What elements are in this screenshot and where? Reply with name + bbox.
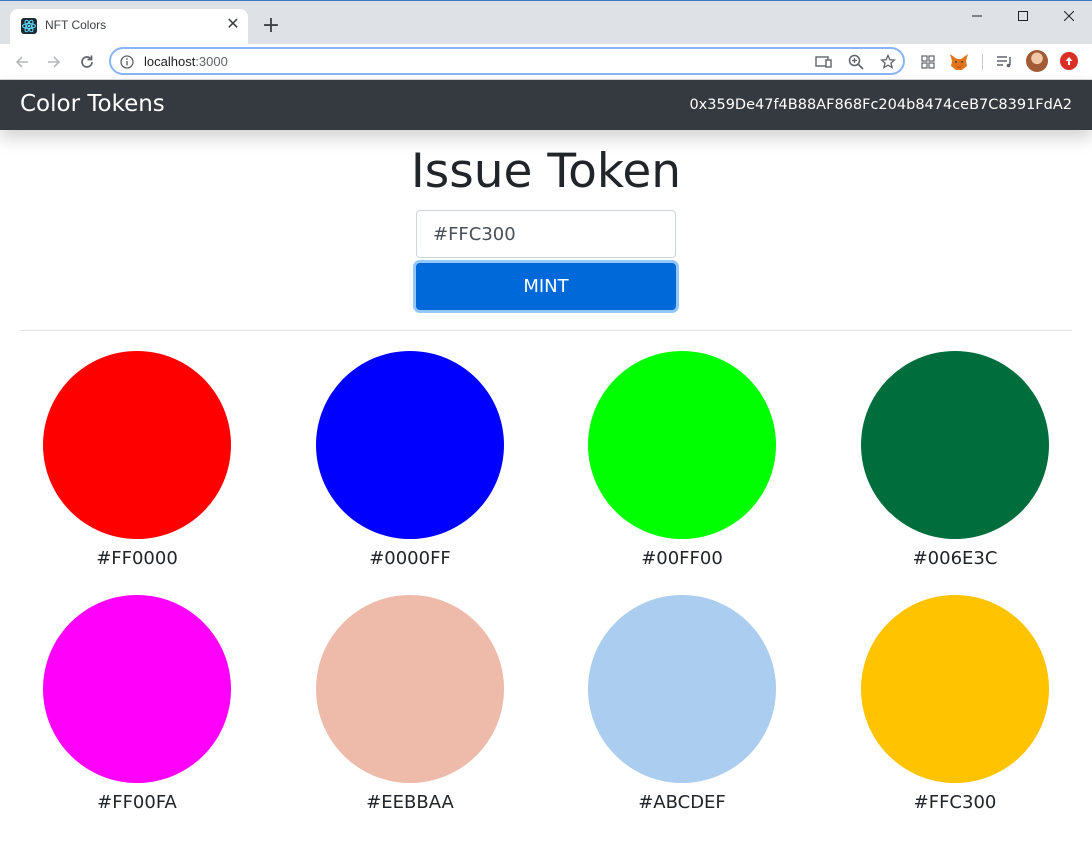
token-label: #FF00FA [97, 792, 177, 813]
metamask-fox-icon[interactable] [949, 52, 969, 72]
forward-arrow-icon[interactable] [42, 50, 66, 74]
token-label: #FF0000 [96, 548, 178, 569]
divider [20, 330, 1072, 331]
browser-tab[interactable]: NFT Colors ✕ [10, 9, 248, 45]
color-swatch [316, 595, 504, 783]
mint-button[interactable]: MINT [416, 263, 676, 310]
token-card: #ABCDEF [588, 595, 776, 813]
color-hex-input[interactable] [416, 210, 676, 258]
url-port: :3000 [195, 54, 228, 69]
token-card: #00FF00 [588, 351, 776, 569]
color-swatch [861, 595, 1049, 783]
color-swatch [316, 351, 504, 539]
media-queue-icon[interactable] [995, 52, 1015, 72]
color-swatch [43, 595, 231, 783]
site-info-icon[interactable] [120, 54, 134, 69]
color-swatch [588, 595, 776, 783]
token-card: #FF0000 [43, 351, 231, 569]
token-label: #FFC300 [913, 792, 997, 813]
account-address: 0x359De47f4B88AF868Fc204b8474ceB7C8391Fd… [689, 97, 1072, 113]
update-arrow-icon[interactable] [1060, 52, 1078, 70]
color-swatch [861, 351, 1049, 539]
url-text: localhost:3000 [144, 54, 228, 69]
token-label: #ABCDEF [638, 792, 726, 813]
token-label: #00FF00 [641, 548, 723, 569]
token-card: #FF00FA [43, 595, 231, 813]
url-host: localhost [144, 54, 196, 69]
react-favicon-icon [21, 18, 37, 34]
minimize-window-icon[interactable] [954, 1, 1000, 31]
token-card: #0000FF [316, 351, 504, 569]
page-title: Issue Token [410, 144, 682, 199]
browser-titlebar: NFT Colors ✕ + [0, 0, 1092, 45]
token-label: #006E3C [912, 548, 998, 569]
toolbar-separator [982, 54, 983, 70]
close-window-icon[interactable] [1046, 1, 1092, 31]
token-label: #0000FF [369, 548, 451, 569]
browser-toolbar: localhost:3000 [0, 44, 1092, 80]
app-navbar: Color Tokens 0x359De47f4B88AF868Fc204b84… [0, 80, 1092, 130]
back-arrow-icon[interactable] [10, 50, 34, 74]
reload-icon[interactable] [75, 50, 99, 74]
token-card: #FFC300 [861, 595, 1049, 813]
token-label: #EEBBAA [366, 792, 454, 813]
new-tab-button[interactable]: + [260, 15, 282, 37]
token-card: #EEBBAA [316, 595, 504, 813]
maximize-window-icon[interactable] [1000, 1, 1046, 31]
color-swatch [43, 351, 231, 539]
address-bar[interactable]: localhost:3000 [109, 47, 905, 75]
cast-icon[interactable] [815, 53, 833, 71]
tab-title: NFT Colors [45, 18, 107, 32]
extensions-grid-icon[interactable] [918, 52, 938, 72]
color-swatch [588, 351, 776, 539]
profile-avatar[interactable] [1026, 50, 1048, 72]
token-card: #006E3C [861, 351, 1049, 569]
brand-title[interactable]: Color Tokens [20, 91, 165, 117]
zoom-icon[interactable] [847, 53, 865, 71]
tab-close-icon[interactable]: ✕ [223, 14, 243, 34]
bookmark-star-icon[interactable] [879, 53, 897, 71]
